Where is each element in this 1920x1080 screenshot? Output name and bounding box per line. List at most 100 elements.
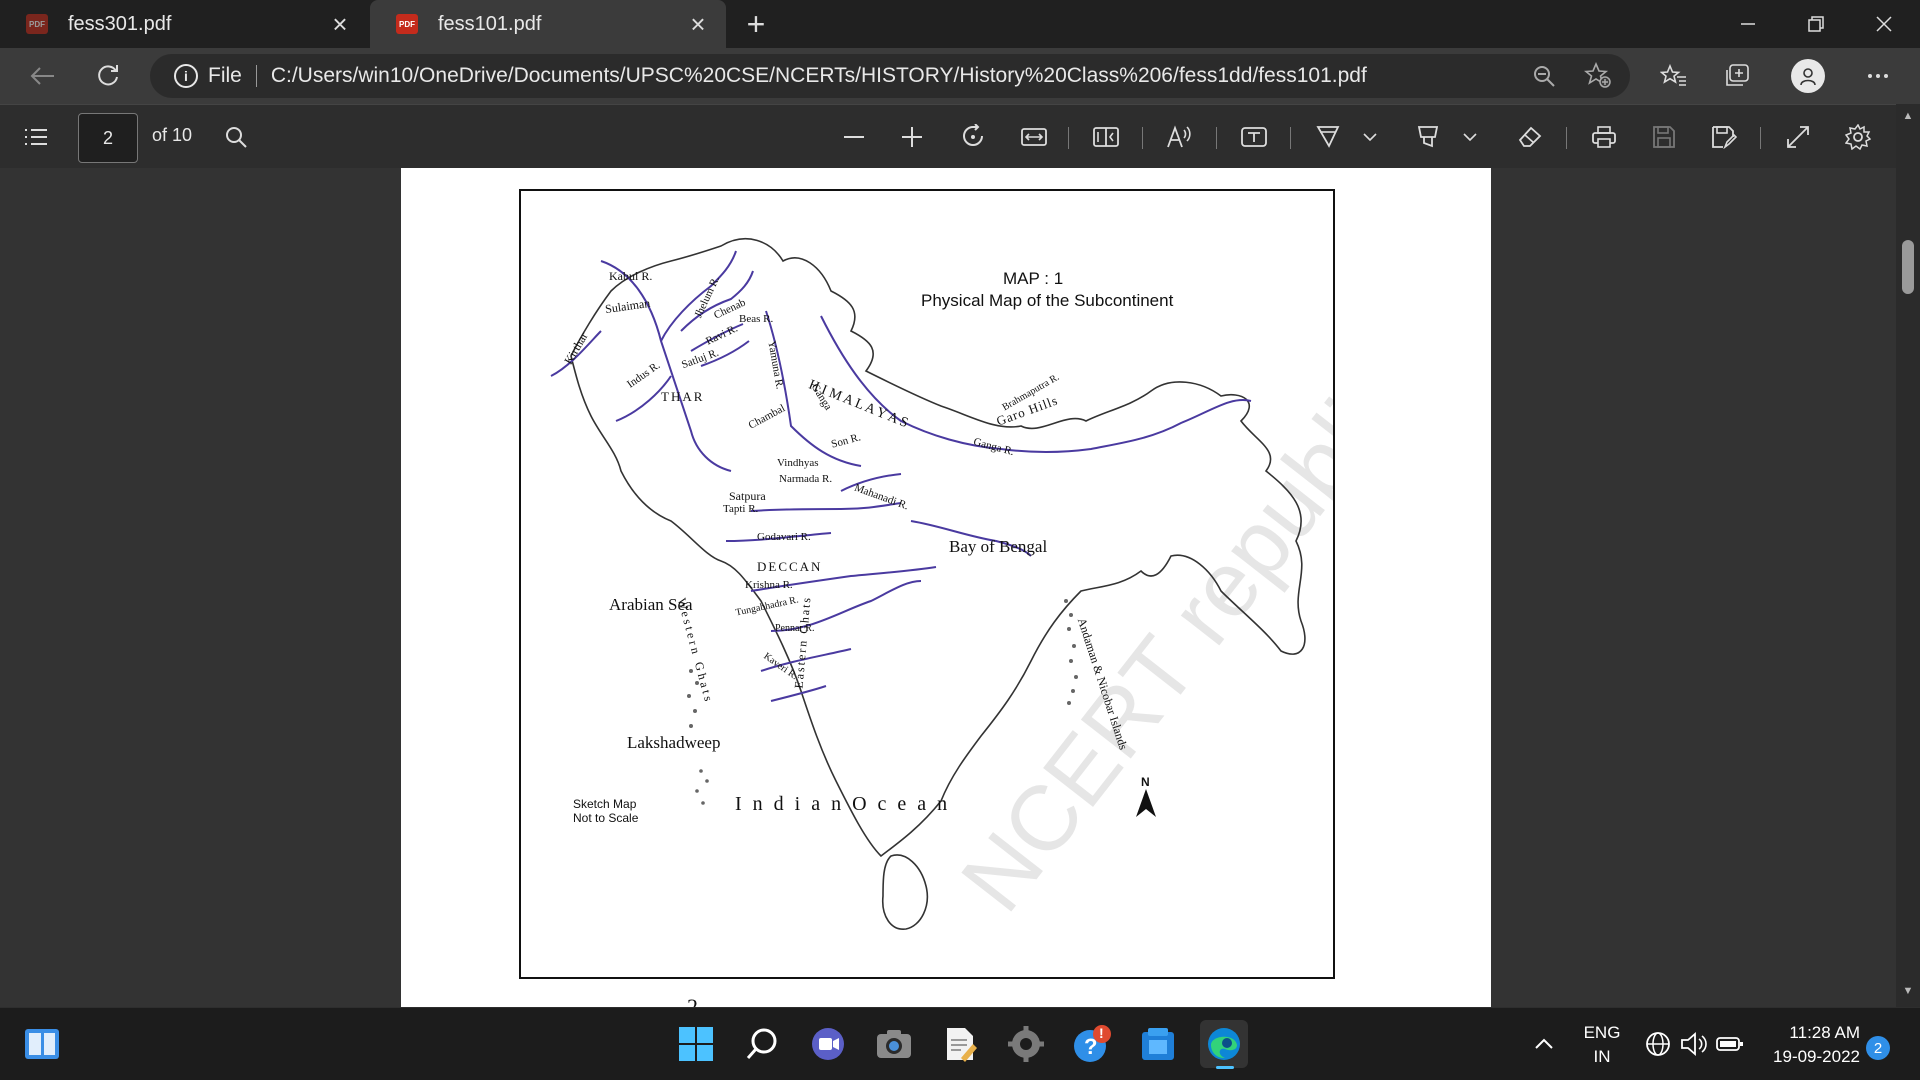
pdf-viewer[interactable]: NCERT republished MAP: 1 Physical Map o… — [0, 168, 1920, 1007]
avatar[interactable] — [1791, 59, 1825, 93]
print-button[interactable] — [1584, 117, 1624, 157]
page-view-icon — [1093, 127, 1119, 147]
restore-button[interactable] — [1782, 0, 1850, 48]
zoom-out-button[interactable] — [834, 117, 874, 157]
scroll-down-arrow[interactable]: ▼ — [1900, 985, 1916, 1001]
address-row: i File C:/Users/win10/OneDrive/Documents… — [0, 48, 1920, 104]
profile-button[interactable] — [1788, 56, 1828, 96]
widgets-icon — [25, 1029, 59, 1059]
battery-icon — [1716, 1037, 1743, 1051]
language-indicator[interactable]: ENG — [1576, 1023, 1628, 1043]
restore-icon — [1808, 16, 1824, 32]
edge-browser-icon — [1208, 1028, 1240, 1060]
settings-more-button[interactable] — [1858, 56, 1898, 96]
highlight-button[interactable] — [1408, 117, 1448, 157]
vertical-scrollbar[interactable]: ▲ ▼ — [1896, 104, 1920, 1007]
pdf-page: NCERT republished MAP: 1 Physical Map o… — [401, 168, 1491, 1007]
store-app-button[interactable] — [1134, 1020, 1182, 1068]
zoom-in-button[interactable] — [892, 117, 932, 157]
camera-app-button[interactable] — [870, 1020, 918, 1068]
search-button[interactable] — [738, 1020, 786, 1068]
widgets-button[interactable] — [18, 1020, 66, 1068]
new-tab-button[interactable]: + — [738, 6, 774, 42]
start-button[interactable] — [672, 1020, 720, 1068]
more-icon — [1868, 74, 1888, 78]
draw-button[interactable] — [1308, 117, 1348, 157]
expand-icon — [1787, 126, 1809, 148]
get-help-button[interactable]: ? ! — [1068, 1020, 1116, 1068]
table-of-contents-icon — [25, 129, 47, 145]
address-bar[interactable]: i File C:/Users/win10/OneDrive/Documents… — [150, 54, 1630, 98]
label-vindhyas: Vindhyas — [777, 457, 819, 469]
label-satpura: Satpura — [729, 489, 766, 503]
zoom-out-button[interactable] — [1524, 56, 1564, 96]
contents-button[interactable] — [16, 117, 56, 157]
search-icon — [746, 1028, 777, 1059]
file-app-button[interactable] — [936, 1020, 984, 1068]
battery-button[interactable] — [1712, 1020, 1748, 1068]
page-view-button[interactable] — [1086, 117, 1126, 157]
edge-app-button[interactable] — [1200, 1020, 1248, 1069]
refresh-icon — [98, 65, 118, 86]
find-button[interactable] — [216, 117, 256, 157]
collections-button[interactable] — [1718, 56, 1758, 96]
minimize-button[interactable] — [1714, 0, 1782, 48]
volume-button[interactable] — [1676, 1020, 1712, 1068]
printer-icon — [1592, 126, 1616, 148]
label-godavari: Godavari R. — [757, 531, 811, 543]
back-button[interactable] — [22, 56, 62, 96]
text-box-icon — [1241, 127, 1267, 147]
region-indicator[interactable]: IN — [1576, 1047, 1628, 1067]
clock-date[interactable]: 19-09-2022 — [1752, 1047, 1860, 1067]
scroll-up-arrow[interactable]: ▲ — [1900, 110, 1916, 126]
speaker-icon — [1681, 1032, 1707, 1056]
info-icon[interactable]: i — [174, 64, 198, 88]
back-arrow-icon — [30, 67, 54, 85]
close-icon[interactable]: × — [686, 9, 710, 39]
pdf-settings-button[interactable] — [1838, 117, 1878, 157]
save-button[interactable] — [1644, 117, 1684, 157]
add-text-button[interactable] — [1234, 117, 1274, 157]
save-as-button[interactable] — [1704, 117, 1744, 157]
highlight-options-dropdown[interactable] — [1458, 117, 1482, 157]
north-arrow-icon — [1136, 789, 1156, 817]
network-button[interactable] — [1640, 1020, 1676, 1068]
read-aloud-icon — [1167, 125, 1191, 148]
clock-time[interactable]: 11:28 AM — [1752, 1023, 1860, 1043]
tab-title: fess101.pdf — [438, 12, 542, 35]
sketch-map-note: Sketch Map — [573, 797, 637, 811]
scroll-thumb[interactable] — [1902, 240, 1914, 294]
add-favorite-button[interactable] — [1578, 56, 1618, 96]
teams-chat-button[interactable] — [804, 1020, 852, 1068]
favorites-icon — [1660, 63, 1686, 86]
erase-button[interactable] — [1510, 117, 1550, 157]
watermark: NCERT republished — [942, 225, 1335, 930]
rotate-button[interactable] — [954, 117, 994, 157]
refresh-button[interactable] — [88, 56, 128, 96]
draw-options-dropdown[interactable] — [1358, 117, 1382, 157]
fullscreen-button[interactable] — [1778, 117, 1818, 157]
fit-width-button[interactable] — [1014, 117, 1054, 157]
tab-fess101[interactable]: PDF fess101.pdf × — [370, 0, 726, 48]
label-beas: Beas R. — [739, 313, 774, 325]
site-info-label[interactable]: File — [208, 64, 242, 88]
chevron-down-icon — [1463, 133, 1477, 142]
page-number-input[interactable]: 2 — [78, 113, 138, 163]
tab-fess301[interactable]: PDF fess301.pdf × — [0, 0, 368, 48]
settings-app-button[interactable] — [1002, 1020, 1050, 1068]
close-window-button[interactable] — [1850, 0, 1918, 48]
map-title: MAP : 1 — [1003, 269, 1064, 288]
label-deccan: DECCAN — [757, 559, 823, 574]
url-text[interactable]: C:/Users/win10/OneDrive/Documents/UPSC%2… — [271, 64, 1367, 88]
eraser-icon — [1518, 126, 1542, 147]
close-icon[interactable]: × — [328, 9, 352, 39]
notification-badge[interactable]: 2 — [1866, 1036, 1890, 1060]
windows-logo-icon — [679, 1027, 713, 1061]
minus-icon — [844, 136, 864, 138]
pdf-icon: PDF — [396, 14, 418, 34]
favorites-button[interactable] — [1654, 56, 1694, 96]
read-aloud-button[interactable] — [1160, 117, 1200, 157]
rotate-icon — [963, 124, 983, 146]
help-alert-badge: ! — [1099, 1025, 1104, 1041]
show-hidden-icons-button[interactable] — [1528, 1020, 1560, 1068]
